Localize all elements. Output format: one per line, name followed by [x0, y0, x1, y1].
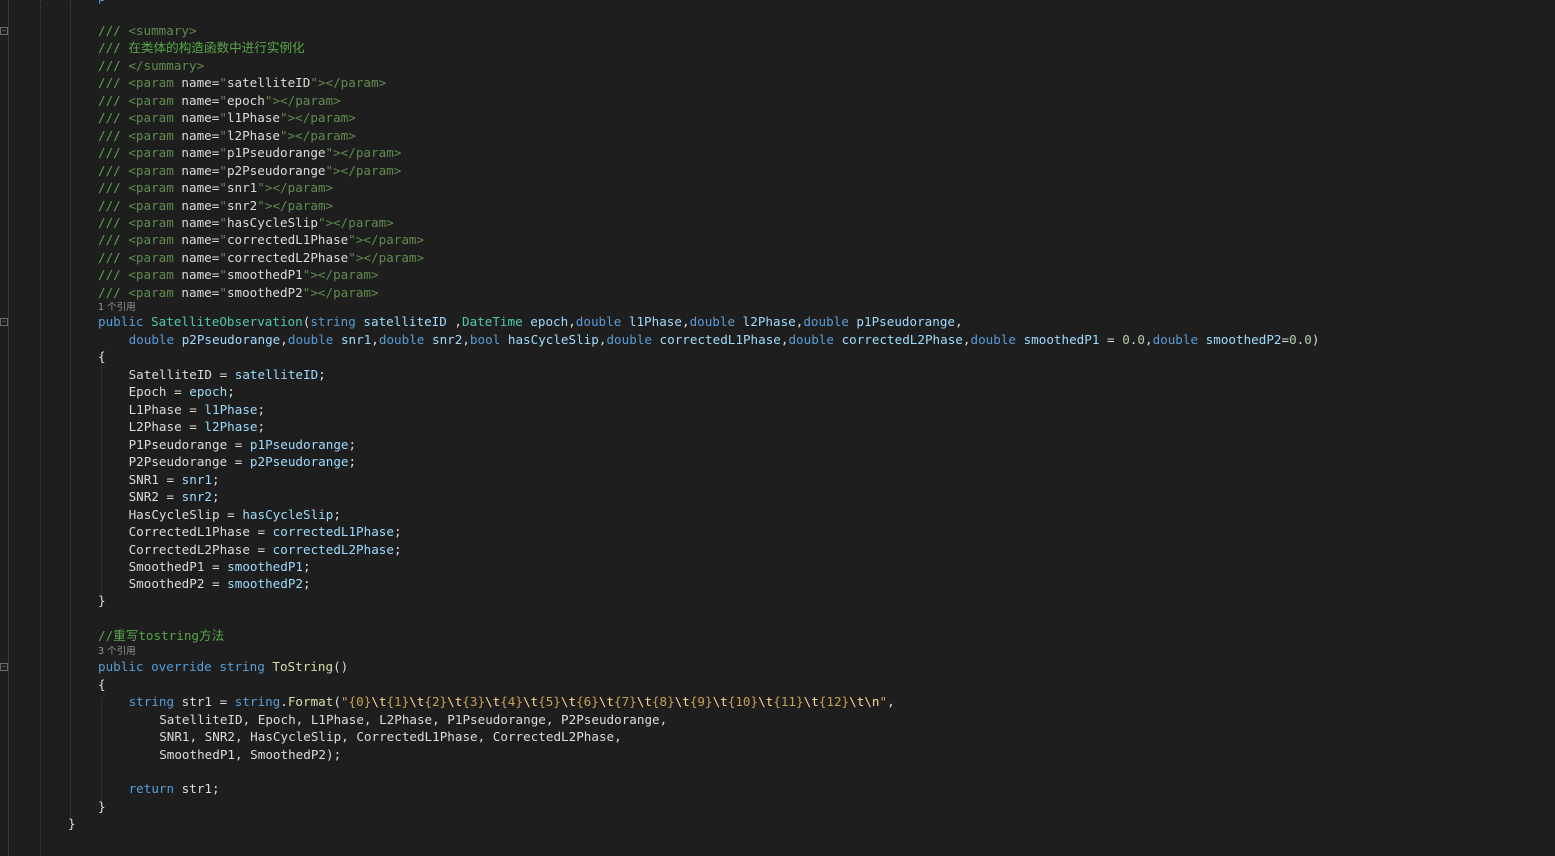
- format-args-line: SmoothedP1, SmoothedP2);: [159, 747, 342, 762]
- return-line: return str1;: [128, 781, 220, 796]
- method-signature: public override string ToString(): [98, 659, 349, 674]
- doc-param-line: /// <param name="smoothedP2"></param>: [98, 284, 379, 300]
- codelens-references[interactable]: 3 个引用: [98, 646, 136, 658]
- doc-param-line: /// <param name="hasCycleSlip"></param>: [98, 214, 394, 230]
- indent-guide: [40, 0, 41, 856]
- doc-param-line: /// <param name="correctedL2Phase"></par…: [98, 249, 425, 265]
- assignment-line: SatelliteID = satelliteID;: [128, 367, 326, 382]
- doc-param-line: /// <param name="p2Pseudorange"></param>: [98, 162, 402, 178]
- comment-line: //重写tostring方法: [98, 628, 225, 643]
- assignment-line: SNR2 = snr2;: [128, 489, 220, 505]
- brace: }: [98, 799, 106, 814]
- assignment-line: HasCycleSlip = hasCycleSlip;: [128, 506, 341, 522]
- indent-guide: [101, 360, 102, 600]
- fold-collapse-icon[interactable]: −: [0, 318, 8, 326]
- fold-collapse-icon[interactable]: −: [0, 27, 8, 35]
- assignment-line: CorrectedL1Phase = correctedL1Phase;: [128, 524, 402, 540]
- assignment-line: SNR1 = snr1;: [128, 471, 220, 487]
- doc-param-line: /// <param name="p1Pseudorange"></param>: [98, 145, 402, 161]
- brace: }: [68, 816, 76, 831]
- indent-guide: [70, 0, 71, 820]
- brace: {: [98, 677, 106, 692]
- assignment-line: SmoothedP2 = smoothedP2;: [128, 576, 311, 592]
- editor-gutter: [0, 0, 9, 856]
- indent-guide: [101, 700, 102, 805]
- assignment-line: P1Pseudorange = p1Pseudorange;: [128, 436, 357, 452]
- assignment-line: L1Phase = l1Phase;: [128, 401, 266, 417]
- doc-comment-line: /// <summary>: [98, 23, 197, 38]
- constructor-signature: double p2Pseudorange,double snr1,double …: [128, 332, 1320, 347]
- brace: }: [98, 593, 106, 608]
- format-args-line: SNR1, SNR2, HasCycleSlip, CorrectedL1Pha…: [159, 729, 622, 744]
- doc-param-line: /// <param name="satelliteID"></param>: [98, 75, 387, 91]
- assignment-line: CorrectedL2Phase = correctedL2Phase;: [128, 541, 402, 557]
- doc-param-line: /// <param name="l1Phase"></param>: [98, 110, 356, 126]
- doc-param-line: /// <param name="snr2"></param>: [98, 197, 334, 213]
- assignment-line: Epoch = epoch;: [128, 384, 235, 400]
- format-args-line: SatelliteID, Epoch, L1Phase, L2Phase, P1…: [159, 712, 668, 727]
- doc-comment-line: /// 在类体的构造函数中进行实例化: [98, 40, 305, 56]
- assignment-line: SmoothedP1 = smoothedP1;: [128, 558, 311, 574]
- brace: {: [98, 349, 106, 364]
- doc-param-line: /// <param name="epoch"></param>: [98, 92, 341, 108]
- code-line-partial: p: [98, 0, 106, 5]
- constructor-signature: public SatelliteObservation(string satel…: [98, 314, 963, 329]
- code-editor[interactable]: − − − p/// <summary>/// 在类体的构造函数中进行实例化//…: [0, 0, 1555, 856]
- format-call-line: string str1 = string.Format("{0}\t{1}\t{…: [128, 694, 895, 709]
- assignment-line: P2Pseudorange = p2Pseudorange;: [128, 454, 357, 470]
- doc-param-line: /// <param name="l2Phase"></param>: [98, 127, 356, 143]
- doc-param-line: /// <param name="snr1"></param>: [98, 180, 334, 196]
- assignment-line: L2Phase = l2Phase;: [128, 419, 266, 435]
- doc-param-line: /// <param name="correctedL1Phase"></par…: [98, 232, 425, 248]
- doc-param-line: /// <param name="smoothedP1"></param>: [98, 267, 379, 283]
- doc-comment-line: /// </summary>: [98, 57, 205, 73]
- fold-collapse-icon[interactable]: −: [0, 663, 8, 671]
